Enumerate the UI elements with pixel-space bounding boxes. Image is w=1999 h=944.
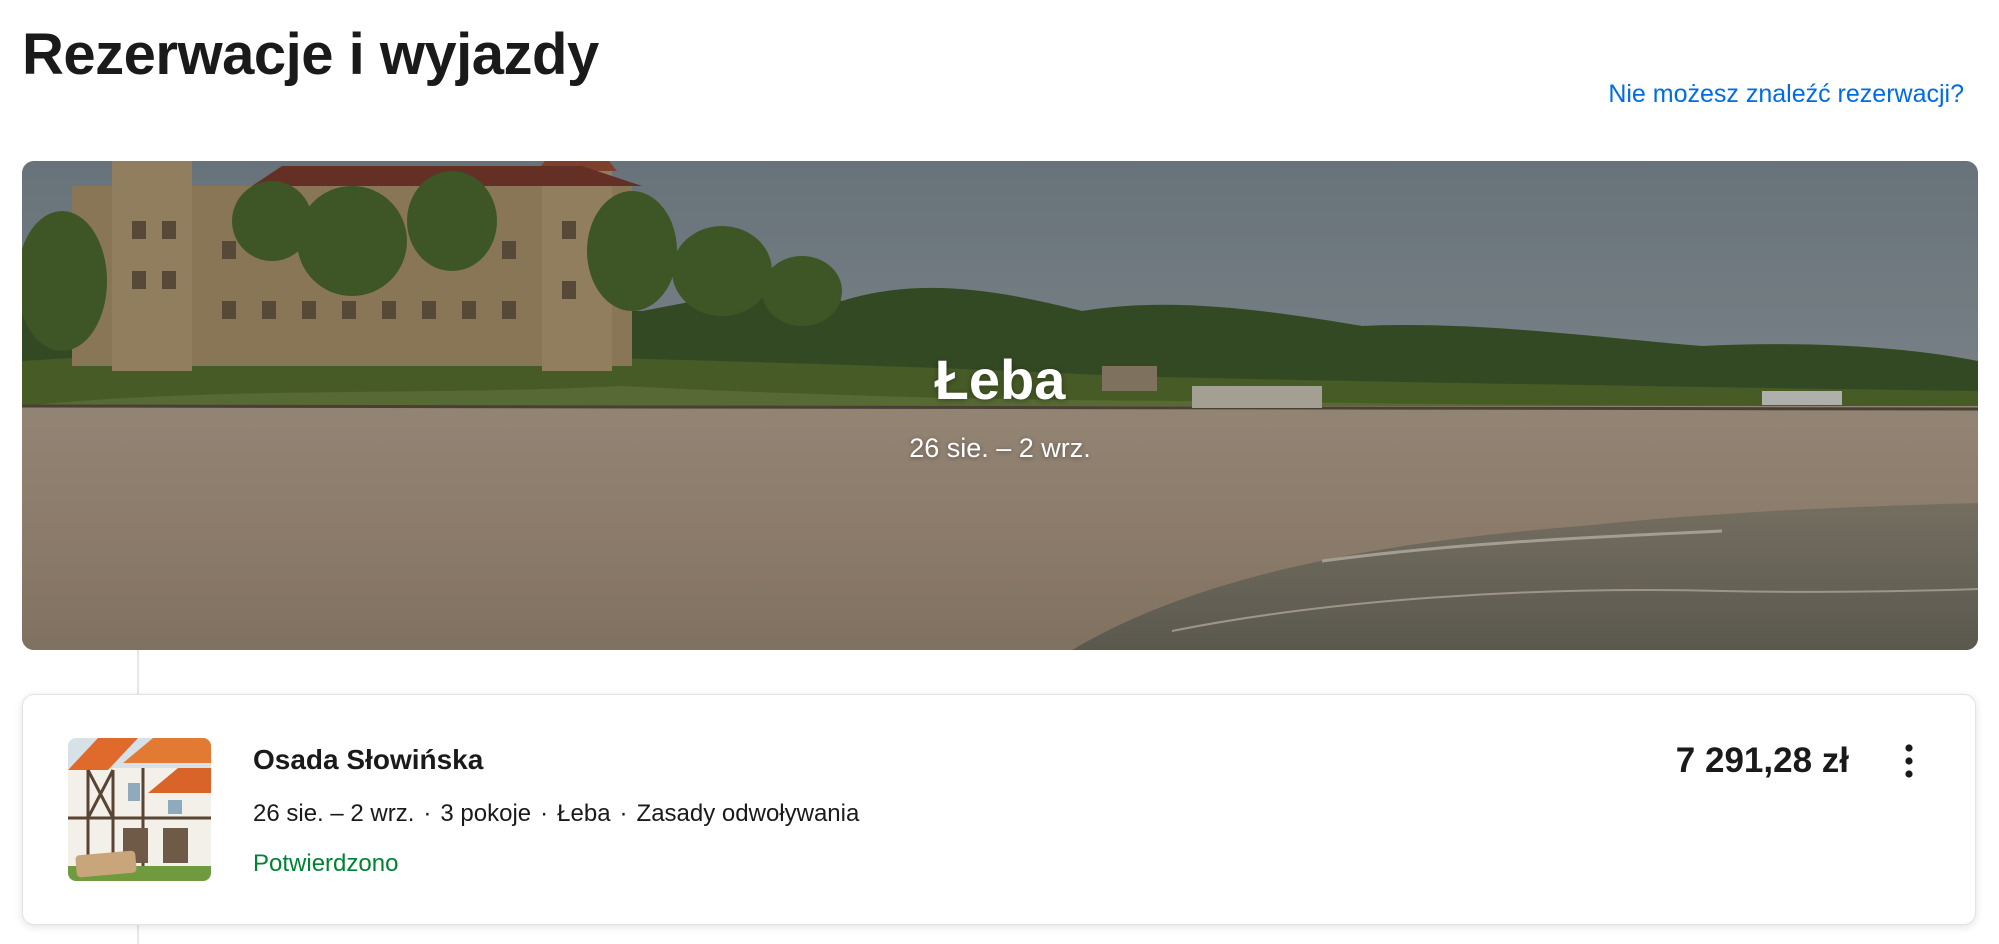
property-photo bbox=[68, 738, 211, 881]
trip-city: Łeba bbox=[934, 348, 1066, 411]
booking-rooms: 3 pokoje bbox=[440, 800, 532, 827]
trip-hero-banner[interactable]: Łeba 26 sie. – 2 wrz. bbox=[22, 161, 1978, 650]
property-thumbnail bbox=[68, 738, 211, 881]
cant-find-booking-link[interactable]: Nie możesz znaleźć rezerwacji? bbox=[1608, 78, 1964, 110]
trip-dates: 26 sie. – 2 wrz. bbox=[909, 433, 1091, 463]
cancellation-policy-link[interactable]: Zasady odwoływania bbox=[637, 800, 860, 827]
separator: · bbox=[423, 800, 432, 827]
booking-location: Łeba bbox=[557, 800, 611, 827]
booking-card[interactable]: Osada Słowińska 26 sie. – 2 wrz. · 3 pokoj… bbox=[22, 694, 1976, 925]
booking-price: 7 291,28 zł bbox=[1675, 741, 1849, 780]
booking-details: 26 sie. – 2 wrz. · 3 pokoje · Łeba · Zasady od… bbox=[253, 798, 859, 830]
separator: · bbox=[540, 800, 549, 827]
booking-status: Potwierdzono bbox=[253, 850, 399, 877]
more-vertical-icon[interactable] bbox=[1889, 741, 1929, 781]
page-title: Rezerwacje i wyjazdy bbox=[22, 22, 599, 87]
property-name[interactable]: Osada Słowińska bbox=[253, 742, 483, 778]
separator: · bbox=[619, 800, 628, 827]
booking-dates: 26 sie. – 2 wrz. bbox=[253, 800, 415, 827]
reservations-page: Rezerwacje i wyjazdy Nie możesz znaleźć … bbox=[0, 0, 1999, 944]
